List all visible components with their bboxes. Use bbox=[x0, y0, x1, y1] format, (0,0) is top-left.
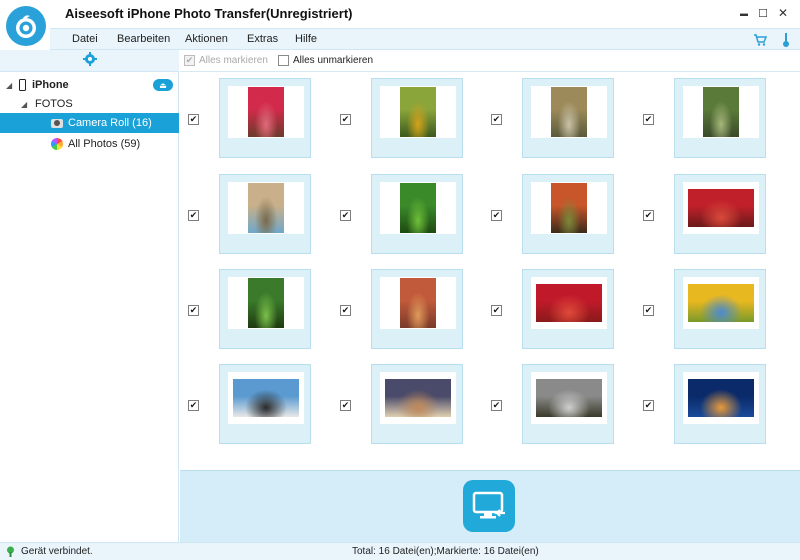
app-logo-icon bbox=[6, 6, 46, 46]
iphone-icon bbox=[19, 79, 26, 91]
gear-icon[interactable] bbox=[82, 52, 97, 69]
menu-bearbeiten[interactable]: Bearbeiten bbox=[117, 33, 170, 45]
menu-datei[interactable]: Datei bbox=[72, 33, 98, 45]
photos-icon bbox=[51, 138, 63, 150]
minimize-button[interactable]: ▬ bbox=[734, 4, 754, 22]
photo-image bbox=[248, 87, 284, 137]
minimize-icon: ▬ bbox=[740, 8, 748, 18]
close-icon: ✕ bbox=[777, 6, 789, 20]
photo-thumbnail[interactable] bbox=[522, 78, 614, 158]
connection-status-icon bbox=[5, 546, 16, 557]
export-panel bbox=[180, 470, 800, 542]
export-to-pc-icon bbox=[472, 491, 505, 519]
photo-checkbox[interactable]: ✔ bbox=[643, 210, 654, 221]
photo-checkbox[interactable]: ✔ bbox=[340, 305, 351, 316]
select-all-checkbox[interactable]: ✔ Alles markieren bbox=[184, 55, 268, 66]
photo-checkbox[interactable]: ✔ bbox=[188, 114, 199, 125]
menu-bar: Datei Bearbeiten Aktionen Extras Hilfe bbox=[50, 28, 800, 50]
photo-checkbox[interactable]: ✔ bbox=[643, 400, 654, 411]
photo-image bbox=[536, 379, 602, 417]
photo-image bbox=[551, 87, 587, 137]
photo-image bbox=[688, 379, 754, 417]
photo-checkbox[interactable]: ✔ bbox=[340, 210, 351, 221]
checkbox-icon: ✔ bbox=[184, 55, 195, 66]
photo-image bbox=[703, 87, 739, 137]
export-to-pc-button[interactable] bbox=[463, 480, 515, 532]
group-label: FOTOS bbox=[35, 98, 73, 110]
unselect-all-checkbox[interactable]: Alles unmarkieren bbox=[278, 55, 373, 66]
thermometer-icon[interactable] bbox=[778, 32, 794, 48]
photo-image bbox=[400, 183, 436, 233]
status-bar: Gerät verbindet. Total: 16 Datei(en);Mar… bbox=[0, 542, 800, 560]
photo-thumbnail[interactable] bbox=[371, 269, 463, 349]
photo-checkbox[interactable]: ✔ bbox=[491, 400, 502, 411]
tree-device-iphone[interactable]: ◢ iPhone ⏏ bbox=[0, 75, 179, 95]
maximize-icon: ☐ bbox=[758, 7, 768, 20]
photo-checkbox[interactable]: ✔ bbox=[643, 114, 654, 125]
title-bar: Aiseesoft iPhone Photo Transfer(Unregist… bbox=[0, 0, 800, 46]
menu-hilfe[interactable]: Hilfe bbox=[295, 33, 317, 45]
checkbox-icon bbox=[278, 55, 289, 66]
photo-thumbnail[interactable] bbox=[371, 174, 463, 254]
close-button[interactable]: ✕ bbox=[773, 4, 793, 22]
photo-image bbox=[233, 379, 299, 417]
sidebar-item-camera-roll[interactable]: Camera Roll (16) bbox=[0, 113, 179, 133]
unselect-all-label: Alles unmarkieren bbox=[293, 55, 374, 66]
photo-checkbox[interactable]: ✔ bbox=[188, 210, 199, 221]
window-title: Aiseesoft iPhone Photo Transfer(Unregist… bbox=[65, 6, 353, 21]
photo-image bbox=[248, 278, 284, 328]
photo-grid: ✔ ✔ ✔ ✔ ✔ ✔ ✔ ✔ ✔ ✔ ✔ ✔ ✔ ✔ ✔ ✔ bbox=[180, 72, 800, 470]
sidebar-header bbox=[0, 50, 179, 72]
photo-thumbnail[interactable] bbox=[522, 364, 614, 444]
sidebar-item-all-photos[interactable]: All Photos (59) bbox=[0, 134, 179, 154]
selection-summary-text: Total: 16 Datei(en);Markierte: 16 Datei(… bbox=[352, 546, 539, 557]
photo-thumbnail[interactable] bbox=[219, 174, 311, 254]
photo-image bbox=[536, 284, 602, 322]
sidebar-item-label: All Photos (59) bbox=[68, 138, 141, 150]
photo-checkbox[interactable]: ✔ bbox=[340, 114, 351, 125]
eject-icon[interactable]: ⏏ bbox=[153, 79, 173, 91]
photo-checkbox[interactable]: ✔ bbox=[491, 210, 502, 221]
photo-thumbnail[interactable] bbox=[522, 174, 614, 254]
photo-checkbox[interactable]: ✔ bbox=[340, 400, 351, 411]
photo-thumbnail[interactable] bbox=[219, 364, 311, 444]
menu-aktionen[interactable]: Aktionen bbox=[185, 33, 228, 45]
photo-checkbox[interactable]: ✔ bbox=[491, 305, 502, 316]
photo-thumbnail[interactable] bbox=[371, 364, 463, 444]
photo-thumbnail[interactable] bbox=[522, 269, 614, 349]
collapse-caret-icon[interactable]: ◢ bbox=[21, 100, 29, 109]
sidebar-item-label: Camera Roll (16) bbox=[68, 117, 152, 129]
maximize-button[interactable]: ☐ bbox=[753, 4, 773, 22]
photo-thumbnail[interactable] bbox=[674, 364, 766, 444]
selection-toolbar: ✔ Alles markieren Alles unmarkieren bbox=[180, 50, 800, 72]
device-label: iPhone bbox=[32, 79, 69, 91]
photo-thumbnail[interactable] bbox=[371, 78, 463, 158]
photo-thumbnail[interactable] bbox=[219, 78, 311, 158]
collapse-caret-icon[interactable]: ◢ bbox=[6, 81, 14, 90]
photo-image bbox=[385, 379, 451, 417]
cart-icon[interactable] bbox=[752, 32, 768, 48]
photo-thumbnail[interactable] bbox=[674, 174, 766, 254]
photo-image bbox=[688, 189, 754, 227]
photo-image bbox=[551, 183, 587, 233]
select-all-label: Alles markieren bbox=[199, 55, 268, 66]
photo-image bbox=[400, 278, 436, 328]
photo-thumbnail[interactable] bbox=[219, 269, 311, 349]
sidebar: ◢ iPhone ⏏ ◢ FOTOS Camera Roll (16) All … bbox=[0, 50, 179, 542]
tree-group-fotos[interactable]: ◢ FOTOS bbox=[0, 94, 179, 114]
photo-checkbox[interactable]: ✔ bbox=[491, 114, 502, 125]
photo-image bbox=[688, 284, 754, 322]
camera-icon bbox=[51, 118, 63, 128]
photo-thumbnail[interactable] bbox=[674, 78, 766, 158]
photo-checkbox[interactable]: ✔ bbox=[188, 400, 199, 411]
photo-checkbox[interactable]: ✔ bbox=[188, 305, 199, 316]
photo-image bbox=[248, 183, 284, 233]
photo-checkbox[interactable]: ✔ bbox=[643, 305, 654, 316]
connection-status-text: Gerät verbindet. bbox=[21, 546, 93, 557]
menu-extras[interactable]: Extras bbox=[247, 33, 278, 45]
photo-thumbnail[interactable] bbox=[674, 269, 766, 349]
photo-image bbox=[400, 87, 436, 137]
